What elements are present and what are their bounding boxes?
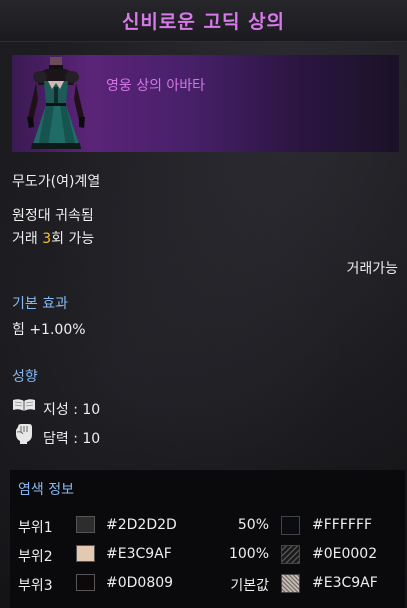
- tradable-status: 거래가능: [346, 261, 398, 277]
- title-bar: 신비로운 고딕 상의: [0, 0, 407, 42]
- gothic-dress-image: [27, 57, 85, 149]
- dye-pattern-hex: #E3C9AF: [312, 575, 378, 591]
- dye-color-swatch: [76, 545, 95, 562]
- bound-status: 원정대 귀속됨: [12, 208, 94, 224]
- base-effect-heading: 기본 효과: [12, 296, 68, 312]
- dye-pattern-hex: #FFFFFF: [312, 517, 373, 533]
- tendency-heading: 성향: [12, 369, 38, 385]
- dye-part-label: 부위2: [18, 549, 53, 565]
- trade-limit: 거래 3회 가능: [12, 228, 94, 248]
- dye-row: 부위3 #0D0809 기본값 #E3C9AF: [10, 572, 405, 598]
- dye-color-hex: #E3C9AF: [106, 546, 172, 562]
- dye-color-swatch: [76, 516, 95, 533]
- dye-amount: 50%: [237, 517, 269, 533]
- item-category-label: 영웅 상의 아바타: [106, 78, 206, 94]
- class-restriction: 무도가(여)계열: [12, 174, 101, 190]
- dye-info-panel: 염색 정보 부위1 #2D2D2D 50% #FFFFFF 부위2 #E3C9A…: [10, 470, 405, 608]
- dye-amount: 100%: [228, 546, 269, 562]
- dye-part-label: 부위1: [18, 520, 53, 536]
- trade-limit-suffix: 회 가능: [51, 231, 95, 247]
- dye-pattern-swatch: [281, 545, 300, 564]
- tendency-intellect: 지성 : 10: [43, 402, 101, 418]
- fist-icon: [16, 424, 32, 444]
- dye-color-hex: #0D0809: [106, 575, 174, 591]
- trade-limit-prefix: 거래: [12, 231, 43, 247]
- tendency-courage: 담력 : 10: [43, 431, 101, 447]
- dye-color-hex: #2D2D2D: [106, 517, 177, 533]
- item-title: 신비로운 고딕 상의: [121, 11, 286, 33]
- dye-pattern-hex: #0E0002: [312, 546, 378, 562]
- dye-amount: 기본값: [230, 578, 269, 594]
- book-icon: [13, 399, 35, 411]
- dye-pattern-swatch: [281, 574, 300, 593]
- dye-info-heading: 염색 정보: [18, 482, 74, 498]
- item-thumbnail: 영웅 상의 아바타: [12, 55, 399, 152]
- dye-part-label: 부위3: [18, 578, 53, 594]
- base-effect-stat: 힘 +1.00%: [12, 322, 86, 338]
- dye-color-swatch: [76, 574, 95, 591]
- dye-pattern-swatch: [281, 516, 300, 535]
- dye-row: 부위1 #2D2D2D 50% #FFFFFF: [10, 514, 405, 540]
- trade-count: 3: [42, 231, 52, 247]
- dye-row: 부위2 #E3C9AF 100% #0E0002: [10, 543, 405, 569]
